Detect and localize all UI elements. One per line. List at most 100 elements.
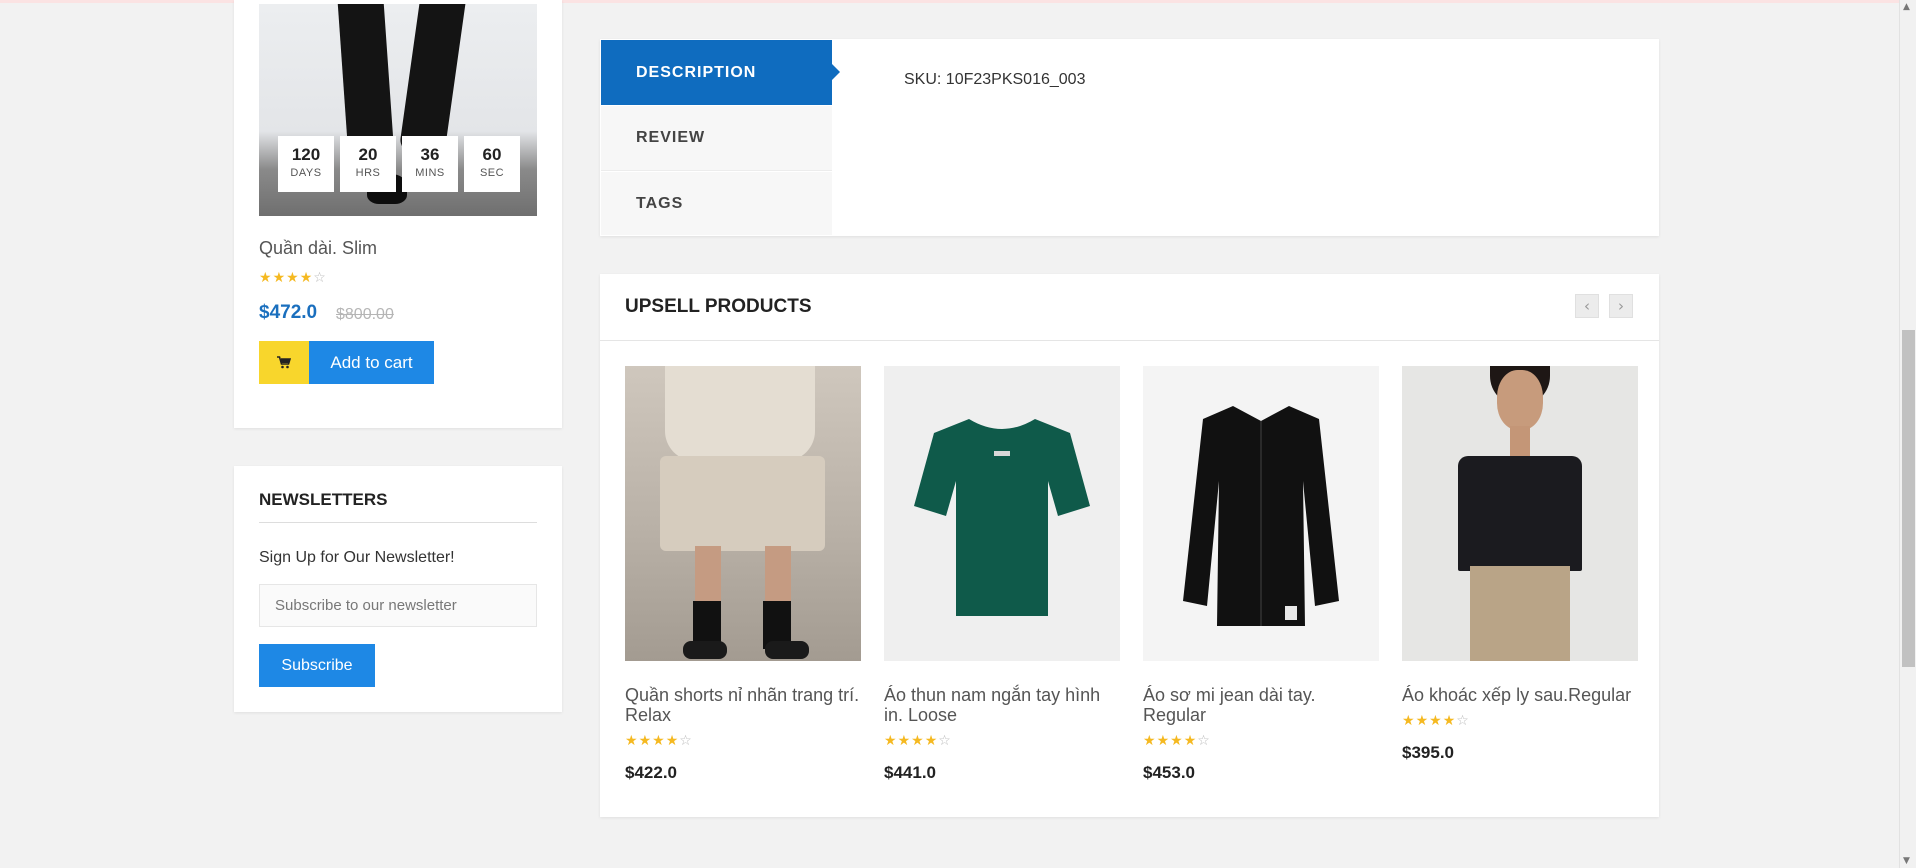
product-name-link[interactable]: Quần shorts nỉ nhãn trang trí. Relax: [625, 685, 861, 725]
star-filled-icon: ★: [652, 733, 666, 749]
star-filled-icon: ★: [259, 270, 273, 286]
product-image[interactable]: 120 DAYS 20 HRS 36 MINS 60 SEC: [259, 4, 537, 216]
product-price: $453.0: [1143, 763, 1195, 782]
page-scrollbar[interactable]: ▲ ▼: [1899, 0, 1916, 868]
product-name-link[interactable]: Áo sơ mi jean dài tay. Regular: [1143, 685, 1379, 725]
scroll-up-icon[interactable]: ▲: [1903, 2, 1910, 12]
add-to-cart-label: Add to cart: [309, 341, 434, 384]
star-filled-icon: ★: [625, 733, 639, 749]
star-rating: ★★★★☆: [884, 733, 1120, 749]
product-price: $422.0: [625, 763, 677, 782]
star-filled-icon: ★: [1402, 713, 1416, 729]
image-neck-shape: [1510, 426, 1530, 456]
image-head-shape: [1497, 370, 1543, 430]
add-to-cart-button[interactable]: Add to cart: [259, 341, 434, 384]
product-name-link[interactable]: Áo khoác xếp ly sau.Regular: [1402, 685, 1638, 705]
carousel-next-button[interactable]: ›: [1609, 294, 1633, 318]
image-shoe-shape: [683, 641, 727, 659]
subscribe-button[interactable]: Subscribe: [259, 644, 375, 687]
star-empty-icon: ☆: [938, 733, 952, 749]
product-card: Áo sơ mi jean dài tay. Regular ★★★★☆ $45…: [1143, 366, 1379, 783]
newsletter-widget: NEWSLETTERS Sign Up for Our Newsletter! …: [234, 466, 562, 712]
product-image[interactable]: [1402, 366, 1638, 661]
product-card: Quần shorts nỉ nhãn trang trí. Relax ★★★…: [625, 366, 861, 783]
countdown-timer: 120 DAYS 20 HRS 36 MINS 60 SEC: [278, 136, 520, 192]
product-name-link[interactable]: Áo thun nam ngắn tay hình in. Loose: [884, 685, 1120, 725]
product-sku: SKU: 10F23PKS016_003: [904, 71, 1086, 88]
scrollbar-thumb[interactable]: [1902, 330, 1915, 667]
countdown-label: MINS: [415, 167, 445, 179]
countdown-value: 20: [358, 145, 378, 164]
product-price: $441.0: [884, 763, 936, 782]
image-pants-shape: [1470, 566, 1570, 661]
countdown-value: 60: [482, 145, 502, 164]
cart-icon: [259, 341, 309, 384]
tab-tags[interactable]: TAGS: [601, 172, 832, 235]
product-name-link[interactable]: Quần dài. Slim: [259, 238, 377, 259]
star-filled-icon: ★: [1429, 713, 1443, 729]
star-rating: ★★★★☆: [1143, 733, 1379, 749]
star-filled-icon: ★: [638, 733, 653, 749]
image-shorts-shape: [660, 456, 825, 551]
star-filled-icon: ★: [299, 270, 314, 286]
newsletter-title: NEWSLETTERS: [259, 490, 388, 509]
star-rating: ★★★★☆: [625, 733, 861, 749]
countdown-days: 120 DAYS: [278, 136, 334, 192]
image-hoodie-shape: [665, 366, 815, 461]
scroll-down-icon[interactable]: ▼: [1903, 856, 1910, 866]
carousel-prev-button[interactable]: ‹: [1575, 294, 1599, 318]
tab-description[interactable]: DESCRIPTION: [601, 40, 840, 105]
star-filled-icon: ★: [665, 733, 680, 749]
image-shirt-shape: [1183, 406, 1339, 626]
product-card: Áo thun nam ngắn tay hình in. Loose ★★★★…: [884, 366, 1120, 783]
section-title: UPSELL PRODUCTS: [625, 296, 812, 317]
countdown-value: 36: [420, 145, 440, 164]
chevron-right-icon: ›: [1618, 297, 1624, 315]
newsletter-email-input[interactable]: [259, 584, 537, 627]
star-filled-icon: ★: [1415, 713, 1430, 729]
product-image[interactable]: [625, 366, 861, 661]
star-filled-icon: ★: [1170, 733, 1184, 749]
product-price: $395.0: [1402, 743, 1454, 762]
countdown-label: HRS: [355, 167, 381, 179]
image-tshirt-shape: [914, 419, 1090, 616]
star-filled-icon: ★: [1442, 713, 1457, 729]
product-image[interactable]: [884, 366, 1120, 661]
star-filled-icon: ★: [924, 733, 939, 749]
star-filled-icon: ★: [286, 270, 300, 286]
countdown-label: DAYS: [290, 167, 322, 179]
chevron-left-icon: ‹: [1584, 297, 1590, 315]
star-rating: ★★★★☆: [1402, 713, 1638, 729]
star-empty-icon: ☆: [1456, 713, 1470, 729]
tab-review[interactable]: REVIEW: [601, 106, 832, 171]
product-card: Áo khoác xếp ly sau.Regular ★★★★☆ $395.0: [1402, 366, 1638, 763]
product-price: $472.0: [259, 302, 318, 323]
star-filled-icon: ★: [1143, 733, 1157, 749]
divider: [259, 522, 537, 523]
image-shoe-shape: [765, 641, 809, 659]
star-filled-icon: ★: [884, 733, 898, 749]
star-filled-icon: ★: [272, 270, 287, 286]
upsell-products-section: UPSELL PRODUCTS ‹ › Quần shorts nỉ nhãn …: [600, 274, 1659, 817]
product-tabs-panel: DESCRIPTION REVIEW TAGS SKU: 10F23PKS016…: [600, 39, 1659, 236]
star-filled-icon: ★: [1156, 733, 1171, 749]
countdown-label: SEC: [479, 167, 505, 179]
countdown-seconds: 60 SEC: [464, 136, 520, 192]
newsletter-text: Sign Up for Our Newsletter!: [259, 549, 455, 566]
image-jacket-shape: [1458, 456, 1582, 571]
star-empty-icon: ☆: [1197, 733, 1211, 749]
star-rating: ★★★★☆: [259, 270, 327, 286]
product-image-leg: [398, 4, 466, 152]
product-image[interactable]: [1143, 366, 1379, 661]
countdown-minutes: 36 MINS: [402, 136, 458, 192]
countdown-hours: 20 HRS: [340, 136, 396, 192]
star-empty-icon: ☆: [679, 733, 693, 749]
product-old-price: $800.00: [336, 306, 394, 323]
star-filled-icon: ★: [897, 733, 912, 749]
star-empty-icon: ☆: [313, 270, 327, 286]
star-filled-icon: ★: [1183, 733, 1198, 749]
countdown-value: 120: [291, 145, 321, 164]
star-filled-icon: ★: [911, 733, 925, 749]
divider: [600, 340, 1659, 341]
sidebar-product-card: 120 DAYS 20 HRS 36 MINS 60 SEC Quần dài.…: [234, 0, 562, 428]
